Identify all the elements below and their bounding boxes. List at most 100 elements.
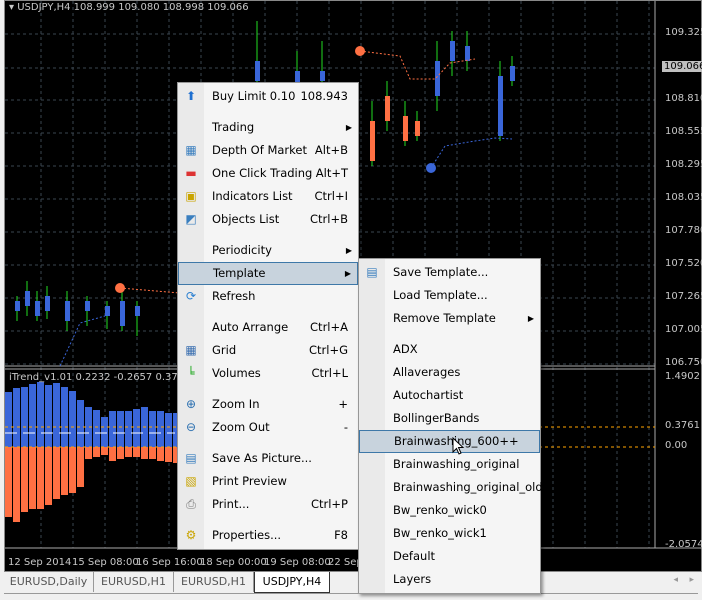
menu-separator bbox=[178, 439, 358, 447]
menu-item-shortcut: - bbox=[343, 420, 348, 434]
indicator-scale-label: 0.3761 bbox=[665, 420, 700, 431]
price-label: 107.265 bbox=[665, 291, 702, 302]
menu-separator bbox=[359, 330, 540, 338]
price-label: 107.005 bbox=[665, 324, 702, 335]
menu-item-save-as-picture[interactable]: ▤ Save As Picture... bbox=[178, 447, 358, 470]
menu-item-label: Objects List bbox=[212, 212, 280, 226]
time-label: 19 Sep 08:00 bbox=[264, 557, 331, 568]
price-label: 108.555 bbox=[665, 126, 702, 137]
refresh-icon: ⟳ bbox=[185, 289, 197, 303]
menu-item-label: ADX bbox=[393, 342, 418, 356]
one-click-icon: ▬ bbox=[185, 166, 197, 180]
menu-item-auto-arrange[interactable]: Auto Arrange Ctrl+A bbox=[178, 316, 358, 339]
menu-item-label: Print... bbox=[212, 497, 250, 511]
menu-item-label: Refresh bbox=[212, 289, 256, 303]
price-label: 107.780 bbox=[665, 225, 702, 236]
menu-item-bollingerbands[interactable]: BollingerBands bbox=[359, 407, 540, 430]
save-template-icon: ▤ bbox=[366, 265, 378, 279]
menu-item-label: Load Template... bbox=[393, 288, 488, 302]
menu-item-objects-list[interactable]: ◩ Objects List Ctrl+B bbox=[178, 208, 358, 231]
menu-item-trading[interactable]: Trading ▶ bbox=[178, 116, 358, 139]
menu-item-label: Trading bbox=[212, 120, 255, 134]
menu-item-label: Template bbox=[213, 266, 266, 280]
price-label: 108.295 bbox=[665, 159, 702, 170]
price-label: 108.810 bbox=[665, 93, 702, 104]
menu-item-zoom-out[interactable]: ⊖ Zoom Out - bbox=[178, 416, 358, 439]
menu-item-label: Brainwashing_original_old bbox=[393, 480, 543, 494]
price-label: 106.750 bbox=[665, 357, 702, 368]
indicator-info: iTrend_v1.01 0.2232 -0.2657 0.3761 bbox=[9, 372, 191, 383]
chart-tab-eurusd-h1[interactable]: EURUSD,H1 bbox=[94, 572, 174, 592]
menu-item-depth-of-market[interactable]: ▦ Depth Of Market Alt+B bbox=[178, 139, 358, 162]
menu-item-volumes[interactable]: ╘ Volumes Ctrl+L bbox=[178, 362, 358, 385]
menu-item-adx[interactable]: ADX bbox=[359, 338, 540, 361]
menu-item-label: Autochartist bbox=[393, 388, 464, 402]
menu-item-print-preview[interactable]: ▧ Print Preview bbox=[178, 470, 358, 493]
menu-item-label: Bw_renko_wick1 bbox=[393, 526, 487, 540]
menu-item-layers[interactable]: Layers bbox=[359, 568, 540, 591]
save-picture-icon: ▤ bbox=[185, 451, 197, 465]
menu-item-shortcut: F8 bbox=[334, 528, 348, 542]
menu-item-label: Depth Of Market bbox=[212, 143, 307, 157]
menu-item-remove-template[interactable]: Remove Template ▶ bbox=[359, 307, 540, 330]
menu-item-label: Periodicity bbox=[212, 243, 272, 257]
menu-item-label: One Click Trading bbox=[212, 166, 313, 180]
menu-item-grid[interactable]: ▦ Grid Ctrl+G bbox=[178, 339, 358, 362]
menu-item-label: Buy Limit 0.10 bbox=[212, 89, 296, 103]
menu-item-shortcut: 108.943 bbox=[300, 89, 348, 103]
menu-item-bw-renko-wick1[interactable]: Bw_renko_wick1 bbox=[359, 522, 540, 545]
menu-item-shortcut: Alt+B bbox=[314, 143, 348, 157]
menu-item-periodicity[interactable]: Periodicity ▶ bbox=[178, 239, 358, 262]
submenu-arrow-icon: ▶ bbox=[345, 123, 352, 132]
indicators-icon: ▣ bbox=[185, 189, 197, 203]
menu-item-refresh[interactable]: ⟳ Refresh bbox=[178, 285, 358, 308]
menu-item-buy-limit-0-10[interactable]: ⬆ Buy Limit 0.10 108.943 bbox=[178, 85, 358, 108]
menu-separator bbox=[178, 516, 358, 524]
menu-separator bbox=[178, 108, 358, 116]
price-label: 107.520 bbox=[665, 258, 702, 269]
chart-tab-usdjpy-h4[interactable]: USDJPY,H4 bbox=[254, 572, 330, 593]
menu-item-label: Save As Picture... bbox=[212, 451, 312, 465]
menu-item-shortcut: Ctrl+L bbox=[311, 366, 348, 380]
chart-context-menu: ⬆ Buy Limit 0.10 108.943 Trading ▶ ▦ Depth Of … bbox=[177, 82, 359, 550]
menu-item-default[interactable]: Default bbox=[359, 545, 540, 568]
time-label: 12 Sep 2014 bbox=[8, 557, 72, 568]
menu-item-label: Default bbox=[393, 549, 436, 563]
menu-item-bw-renko-wick0[interactable]: Bw_renko_wick0 bbox=[359, 499, 540, 522]
time-label: 16 Sep 16:00 bbox=[136, 557, 203, 568]
price-label: 108.035 bbox=[665, 192, 702, 203]
menu-item-save-template[interactable]: ▤ Save Template... bbox=[359, 261, 540, 284]
price-label: 109.325 bbox=[665, 27, 702, 38]
chart-tab-eurusd-daily[interactable]: EURUSD,Daily bbox=[4, 572, 94, 592]
menu-item-shortcut: Ctrl+P bbox=[310, 497, 348, 511]
menu-item-brainwashing-600[interactable]: Brainwashing_600++ bbox=[359, 430, 540, 453]
objects-icon: ◩ bbox=[185, 212, 197, 226]
submenu-arrow-icon: ▶ bbox=[344, 269, 351, 278]
menu-item-brainwashing-original-old[interactable]: Brainwashing_original_old bbox=[359, 476, 543, 499]
indicator-scale-label: -2.0574 bbox=[665, 539, 702, 550]
zoom-out-icon: ⊖ bbox=[185, 420, 197, 434]
menu-item-indicators-list[interactable]: ▣ Indicators List Ctrl+I bbox=[178, 185, 358, 208]
chart-tabs: EURUSD,Daily EURUSD,H1 EURUSD,H1 USDJPY,H4 … bbox=[4, 572, 698, 594]
chart-tab-eurusd-h1[interactable]: EURUSD,H1 bbox=[174, 572, 254, 592]
chart-menu-triangle-icon[interactable]: ▾ bbox=[9, 2, 17, 13]
scroll-left-icon[interactable]: ◂ bbox=[673, 575, 678, 585]
menu-item-print[interactable]: ⎙ Print... Ctrl+P bbox=[178, 493, 358, 516]
menu-item-one-click-trading[interactable]: ▬ One Click Trading Alt+T bbox=[178, 162, 358, 185]
menu-item-autochartist[interactable]: Autochartist bbox=[359, 384, 540, 407]
menu-item-brainwashing-original[interactable]: Brainwashing_original bbox=[359, 453, 540, 476]
menu-item-zoom-in[interactable]: ⊕ Zoom In + bbox=[178, 393, 358, 416]
menu-item-shortcut: Ctrl+I bbox=[314, 189, 349, 203]
time-label: 15 Sep 08:00 bbox=[72, 557, 139, 568]
menu-item-label: Brainwashing_original bbox=[393, 457, 520, 471]
menu-item-load-template[interactable]: Load Template... bbox=[359, 284, 540, 307]
menu-item-template[interactable]: Template ▶ bbox=[178, 262, 358, 285]
table-icon: ▦ bbox=[185, 143, 197, 157]
menu-item-allaverages[interactable]: Allaverages bbox=[359, 361, 540, 384]
menu-item-shortcut: Alt+T bbox=[315, 166, 348, 180]
menu-item-properties[interactable]: ⚙ Properties... F8 bbox=[178, 524, 358, 547]
scroll-right-icon[interactable]: ▸ bbox=[689, 575, 694, 585]
current-price-label: 109.066 bbox=[662, 61, 702, 72]
menu-item-shortcut: Ctrl+G bbox=[308, 343, 348, 357]
indicator-scale-label: 0.00 bbox=[665, 440, 688, 451]
